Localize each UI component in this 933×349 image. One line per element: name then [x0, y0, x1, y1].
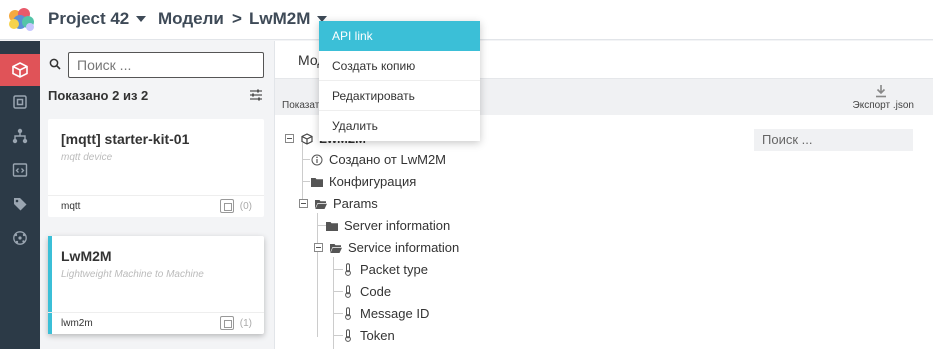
tree-node-label: Code	[360, 284, 392, 299]
thermometer-icon	[342, 263, 354, 276]
code-window-icon	[12, 163, 28, 177]
breadcrumb-models[interactable]: Модели	[158, 9, 224, 29]
folder-open-icon	[315, 198, 327, 210]
tree-leaf-code[interactable]: Code	[342, 284, 391, 299]
device-icon	[220, 199, 234, 213]
model-card-count: (0)	[239, 201, 252, 212]
filter-settings-icon[interactable]	[249, 88, 263, 102]
tree-node-server-information[interactable]: Server information	[326, 218, 450, 233]
collapse-icon[interactable]	[297, 198, 309, 210]
cube-icon	[12, 62, 28, 78]
model-card-subtitle: mqtt device	[61, 152, 113, 163]
tree-node-service-information[interactable]: Service information	[312, 240, 459, 255]
model-card-tag: lwm2m	[61, 318, 93, 329]
tree-node-label: Message ID	[360, 306, 430, 321]
nav-models[interactable]	[0, 54, 40, 86]
breadcrumb-separator: >	[232, 9, 242, 28]
hierarchy-icon	[12, 128, 28, 144]
icon-sidebar	[0, 41, 40, 349]
nav-devices[interactable]	[0, 86, 40, 118]
toolbar-show-button[interactable]: Показат	[282, 100, 319, 111]
tree-node-label: Packet type	[360, 262, 428, 277]
collapse-icon[interactable]	[283, 133, 295, 145]
tag-icon	[14, 198, 27, 211]
tree-leaf-token[interactable]: Token	[342, 328, 395, 343]
search-icon	[49, 58, 61, 70]
shown-count: Показано 2 из 2	[48, 88, 149, 103]
folder-icon	[326, 220, 338, 232]
tree-node-label: Params	[333, 196, 378, 211]
menu-item-delete[interactable]: Удалить	[319, 111, 480, 141]
download-icon[interactable]	[875, 84, 887, 98]
tree-node-created-from[interactable]: Создано от LwM2M	[311, 152, 446, 167]
model-label: LwM2M	[249, 9, 311, 28]
device-icon	[13, 95, 27, 109]
tree-search-input[interactable]: Поиск ...	[754, 129, 913, 151]
project-selector[interactable]: Project 42	[48, 9, 147, 29]
thermometer-icon	[342, 307, 354, 320]
model-card[interactable]: [mqtt] starter-kit-01 mqtt device mqtt (…	[48, 119, 264, 217]
model-card-tag: mqtt	[61, 201, 81, 212]
section-label: Модели	[158, 9, 224, 28]
thermometer-icon	[342, 329, 354, 342]
nav-tags[interactable]	[0, 188, 40, 220]
chevron-down-icon	[136, 16, 147, 22]
collapse-icon[interactable]	[312, 242, 324, 254]
model-card-footer: mqtt (0)	[48, 195, 264, 217]
folder-icon	[311, 176, 323, 188]
export-json-button[interactable]: Экспорт .json	[853, 100, 914, 111]
model-actions-menu: API link Создать копию Редактировать Уда…	[319, 21, 480, 141]
tree-node-label: Token	[360, 328, 395, 343]
nav-code[interactable]	[0, 154, 40, 186]
menu-item-edit[interactable]: Редактировать	[319, 81, 480, 111]
tree-node-configuration[interactable]: Конфигурация	[311, 174, 416, 189]
nav-network[interactable]	[0, 222, 40, 254]
model-selector[interactable]: LwM2M	[249, 9, 328, 29]
tree-node-label: Создано от LwM2M	[329, 152, 446, 167]
info-icon	[311, 154, 323, 166]
device-icon	[220, 316, 234, 330]
project-label: Project 42	[48, 9, 130, 28]
thermometer-icon	[342, 285, 354, 298]
cube-icon	[301, 132, 313, 145]
tree-node-params[interactable]: Params	[297, 196, 378, 211]
app-logo-icon[interactable]	[6, 6, 36, 34]
model-card-subtitle: Lightweight Machine to Machine	[61, 269, 204, 280]
menu-item-copy[interactable]: Создать копию	[319, 51, 480, 81]
tree-leaf-packet-type[interactable]: Packet type	[342, 262, 428, 277]
model-card-title: LwM2M	[61, 248, 112, 264]
models-search-input[interactable]: Поиск ...	[68, 52, 264, 78]
model-card-footer: lwm2m (1)	[48, 312, 264, 334]
menu-item-api-link[interactable]: API link	[319, 21, 480, 51]
model-card-selected[interactable]: LwM2M Lightweight Machine to Machine lwm…	[48, 236, 264, 334]
model-card-count: (1)	[239, 318, 252, 329]
tree-leaf-message-id[interactable]: Message ID	[342, 306, 429, 321]
model-card-title: [mqtt] starter-kit-01	[61, 131, 190, 147]
folder-open-icon	[330, 242, 342, 254]
nav-hierarchy[interactable]	[0, 120, 40, 152]
tree-node-label: Service information	[348, 240, 460, 255]
models-list-panel: Поиск ... Показано 2 из 2 [mqtt] starter…	[40, 41, 273, 349]
network-icon	[13, 231, 27, 245]
tree-node-label: Конфигурация	[329, 174, 417, 189]
tree-node-label: Server information	[344, 218, 451, 233]
